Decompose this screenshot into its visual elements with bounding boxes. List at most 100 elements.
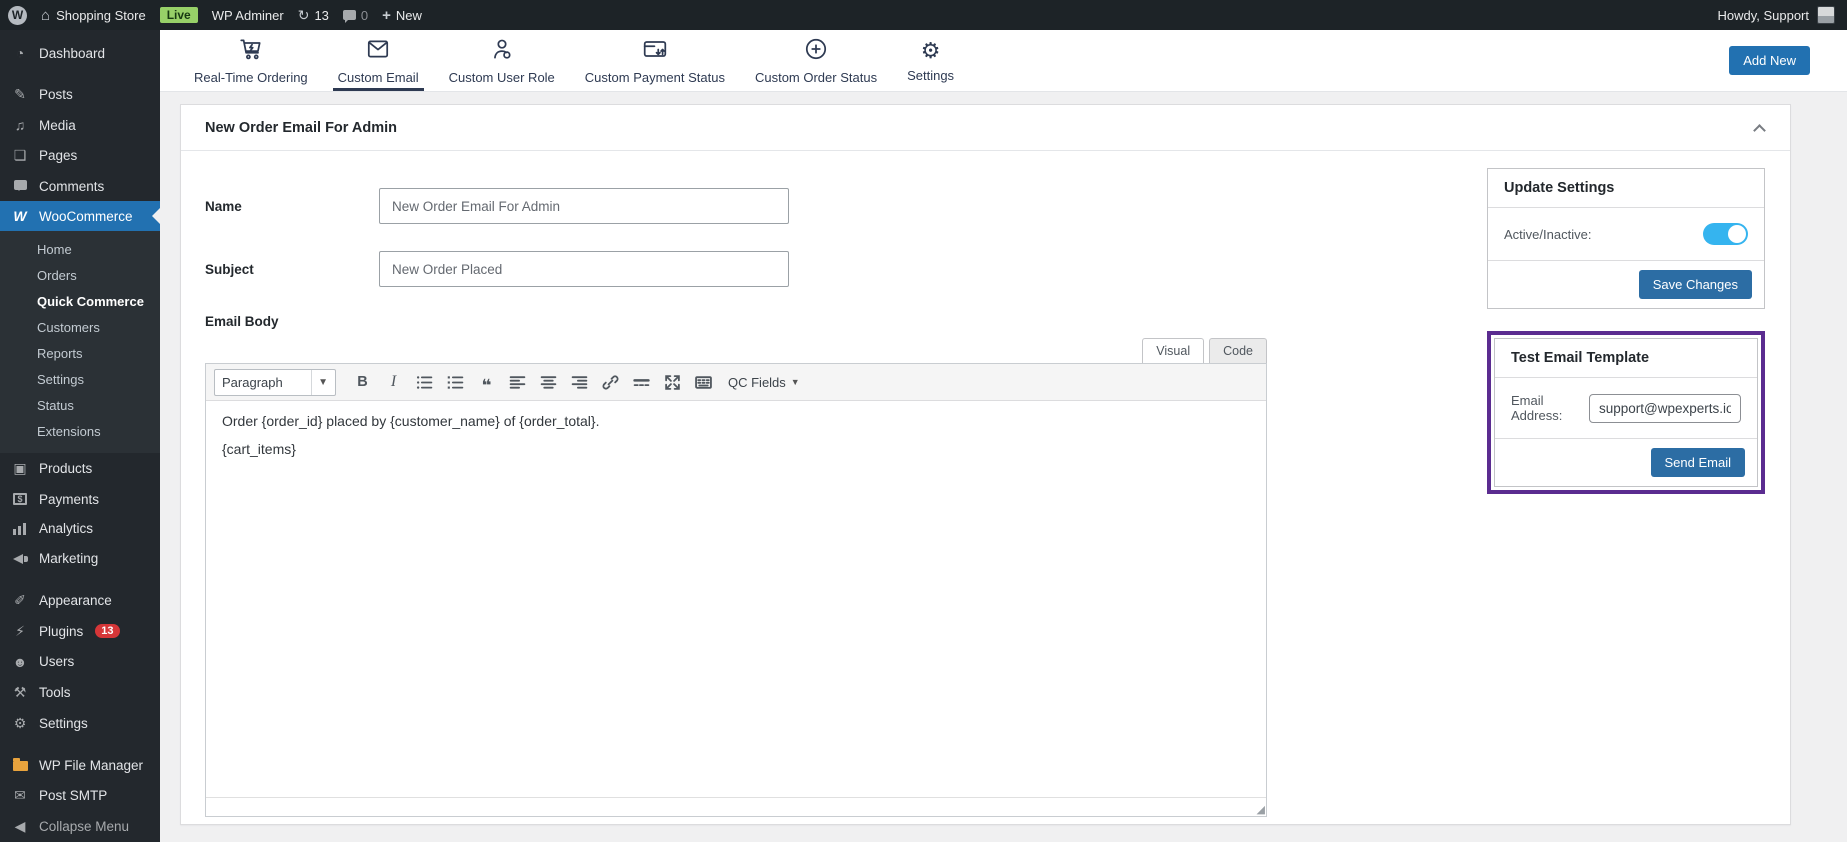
italic-button[interactable]: I — [380, 370, 407, 395]
sidebar-item-dashboard[interactable]: ◔ Dashboard — [0, 38, 160, 68]
visual-tab[interactable]: Visual — [1142, 338, 1205, 363]
wp-adminer-link[interactable]: WP Adminer — [212, 8, 284, 23]
wordpress-logo-icon[interactable]: W — [8, 5, 27, 25]
align-right-button[interactable] — [566, 370, 593, 395]
sidebar-item-label: Collapse Menu — [39, 818, 130, 834]
align-left-button[interactable] — [504, 370, 531, 395]
tab-custom-user-role[interactable]: Custom User Role — [434, 30, 570, 91]
bold-button[interactable]: B — [349, 370, 376, 395]
sidebar-item-media[interactable]: ♫ Media — [0, 110, 160, 140]
sidebar-item-wp-file-manager[interactable]: WP File Manager — [0, 750, 160, 780]
paragraph-select[interactable]: Paragraph ▼ — [214, 368, 336, 396]
bullet-list-button[interactable] — [411, 370, 438, 395]
subject-row: Subject — [205, 251, 1267, 287]
sidebar-item-label: Products — [39, 461, 93, 477]
sidebar-item-pages[interactable]: ❏ Pages — [0, 140, 160, 171]
sidebar-item-woocommerce[interactable]: W WooCommerce — [0, 201, 160, 232]
collapse-chevron-icon[interactable] — [1753, 123, 1766, 137]
code-tab[interactable]: Code — [1209, 338, 1267, 363]
sidebar-item-plugins[interactable]: ⚡ Plugins 13 — [0, 616, 160, 647]
link-button[interactable] — [597, 370, 624, 395]
sidebar-item-settings[interactable]: ⚙ Settings — [0, 708, 160, 739]
test-email-highlight: Test Email Template Email Address: Send … — [1487, 331, 1765, 494]
tab-custom-order-status[interactable]: Custom Order Status — [740, 30, 892, 91]
horizontal-rule-button[interactable] — [628, 370, 655, 395]
sidebar-subitem-home[interactable]: Home — [0, 236, 160, 262]
analytics-bars-icon — [11, 522, 29, 535]
sidebar-subitem-reports[interactable]: Reports — [0, 340, 160, 366]
sidebar-subitem-orders[interactable]: Orders — [0, 262, 160, 288]
active-toggle[interactable] — [1703, 223, 1748, 245]
sidebar-subitem-extensions[interactable]: Extensions — [0, 418, 160, 444]
editor-content[interactable]: Order {order_id} placed by {customer_nam… — [206, 401, 1266, 797]
email-address-input[interactable] — [1589, 393, 1741, 423]
comment-bubble-icon — [11, 180, 29, 192]
sidebar-item-appearance[interactable]: ✐ Appearance — [0, 585, 160, 616]
plus-icon: + — [382, 6, 391, 24]
updates-count: 13 — [314, 7, 329, 23]
sidebar-item-marketing[interactable]: Marketing — [0, 544, 160, 574]
main-content: Real-Time Ordering Custom Email Custom U… — [160, 30, 1847, 842]
comment-bubble-icon — [13, 180, 27, 192]
align-center-button[interactable] — [535, 370, 562, 395]
tab-settings[interactable]: ⚙ Settings — [892, 30, 969, 91]
sidebar-item-analytics[interactable]: Analytics — [0, 514, 160, 544]
dashboard-icon: ◔ — [15, 45, 25, 61]
sidebar-separator — [0, 574, 160, 585]
sidebar-item-label: Posts — [39, 87, 73, 103]
email-body-editor: Paragraph ▼ B I ❝ QC Fields ▼ Order {ord… — [205, 363, 1267, 817]
sidebar-subitem-customers[interactable]: Customers — [0, 314, 160, 340]
payments-icon — [11, 493, 29, 506]
live-badge: Live — [159, 7, 198, 23]
sidebar-subitem-status[interactable]: Status — [0, 392, 160, 418]
sidebar-item-users[interactable]: ☻ Users — [0, 647, 160, 677]
email-address-label: Email Address: — [1511, 393, 1563, 423]
tab-custom-payment-status[interactable]: Custom Payment Status — [570, 30, 740, 91]
subject-input[interactable] — [379, 251, 789, 287]
new-menu[interactable]: + New — [382, 7, 422, 24]
woocommerce-icon: W — [13, 208, 27, 225]
sidebar-item-comments[interactable]: Comments — [0, 171, 160, 201]
paragraph-select-value: Paragraph — [222, 374, 283, 390]
editor-toolbar: Paragraph ▼ B I ❝ QC Fields ▼ — [206, 364, 1266, 401]
site-menu[interactable]: ⌂ Shopping Store — [41, 7, 146, 24]
tab-real-time-ordering[interactable]: Real-Time Ordering — [179, 30, 323, 91]
resize-grip-icon[interactable]: ◢ — [1257, 803, 1266, 816]
sidebar-item-products[interactable]: ▣ Products — [0, 453, 160, 484]
comments-menu[interactable]: 0 — [342, 8, 368, 23]
products-icon: ▣ — [13, 460, 27, 477]
admin-bar: W ⌂ Shopping Store Live WP Adminer ↻ 13 … — [0, 0, 1847, 30]
plus-circle-icon — [803, 36, 829, 65]
save-changes-button[interactable]: Save Changes — [1638, 270, 1752, 299]
send-email-button[interactable]: Send Email — [1650, 448, 1745, 477]
tab-custom-email[interactable]: Custom Email — [323, 30, 434, 91]
active-inactive-label: Active/Inactive: — [1504, 226, 1592, 242]
update-settings-title: Update Settings — [1488, 169, 1764, 208]
email-address-row: Email Address: — [1495, 378, 1757, 439]
plugin-tab-bar: Real-Time Ordering Custom Email Custom U… — [160, 30, 1847, 92]
sidebar-item-label: Tools — [39, 684, 71, 700]
tab-label: Custom Email — [337, 70, 419, 85]
avatar — [1817, 6, 1835, 24]
sidebar-item-post-smtp[interactable]: ✉ Post SMTP — [0, 780, 160, 811]
sidebar-item-label: Pages — [39, 148, 78, 164]
sidebar-item-posts[interactable]: ✎ Posts — [0, 79, 160, 110]
right-column: Update Settings Active/Inactive: Save Ch… — [1487, 168, 1765, 494]
subject-label: Subject — [205, 261, 254, 277]
sidebar-item-collapse-menu[interactable]: ◀ Collapse Menu — [0, 811, 160, 842]
fullscreen-button[interactable] — [659, 370, 686, 395]
updates-menu[interactable]: ↻ 13 — [298, 7, 329, 24]
sidebar-subitem-settings[interactable]: Settings — [0, 366, 160, 392]
numbered-list-button[interactable] — [442, 370, 469, 395]
name-input[interactable] — [379, 188, 789, 224]
appearance-brush-icon: ✐ — [14, 591, 26, 608]
blockquote-button[interactable]: ❝ — [473, 370, 500, 395]
qc-fields-dropdown[interactable]: QC Fields ▼ — [728, 375, 800, 390]
toolbar-toggle-button[interactable] — [690, 370, 717, 395]
account-menu[interactable]: Howdy, Support — [1717, 6, 1835, 24]
sidebar-item-payments[interactable]: Payments — [0, 484, 160, 514]
sidebar-item-tools[interactable]: ⚒ Tools — [0, 677, 160, 708]
add-new-button[interactable]: Add New — [1729, 46, 1810, 75]
sidebar-subitem-quick-commerce[interactable]: Quick Commerce — [0, 288, 160, 314]
sidebar-item-label: Plugins — [39, 623, 84, 639]
